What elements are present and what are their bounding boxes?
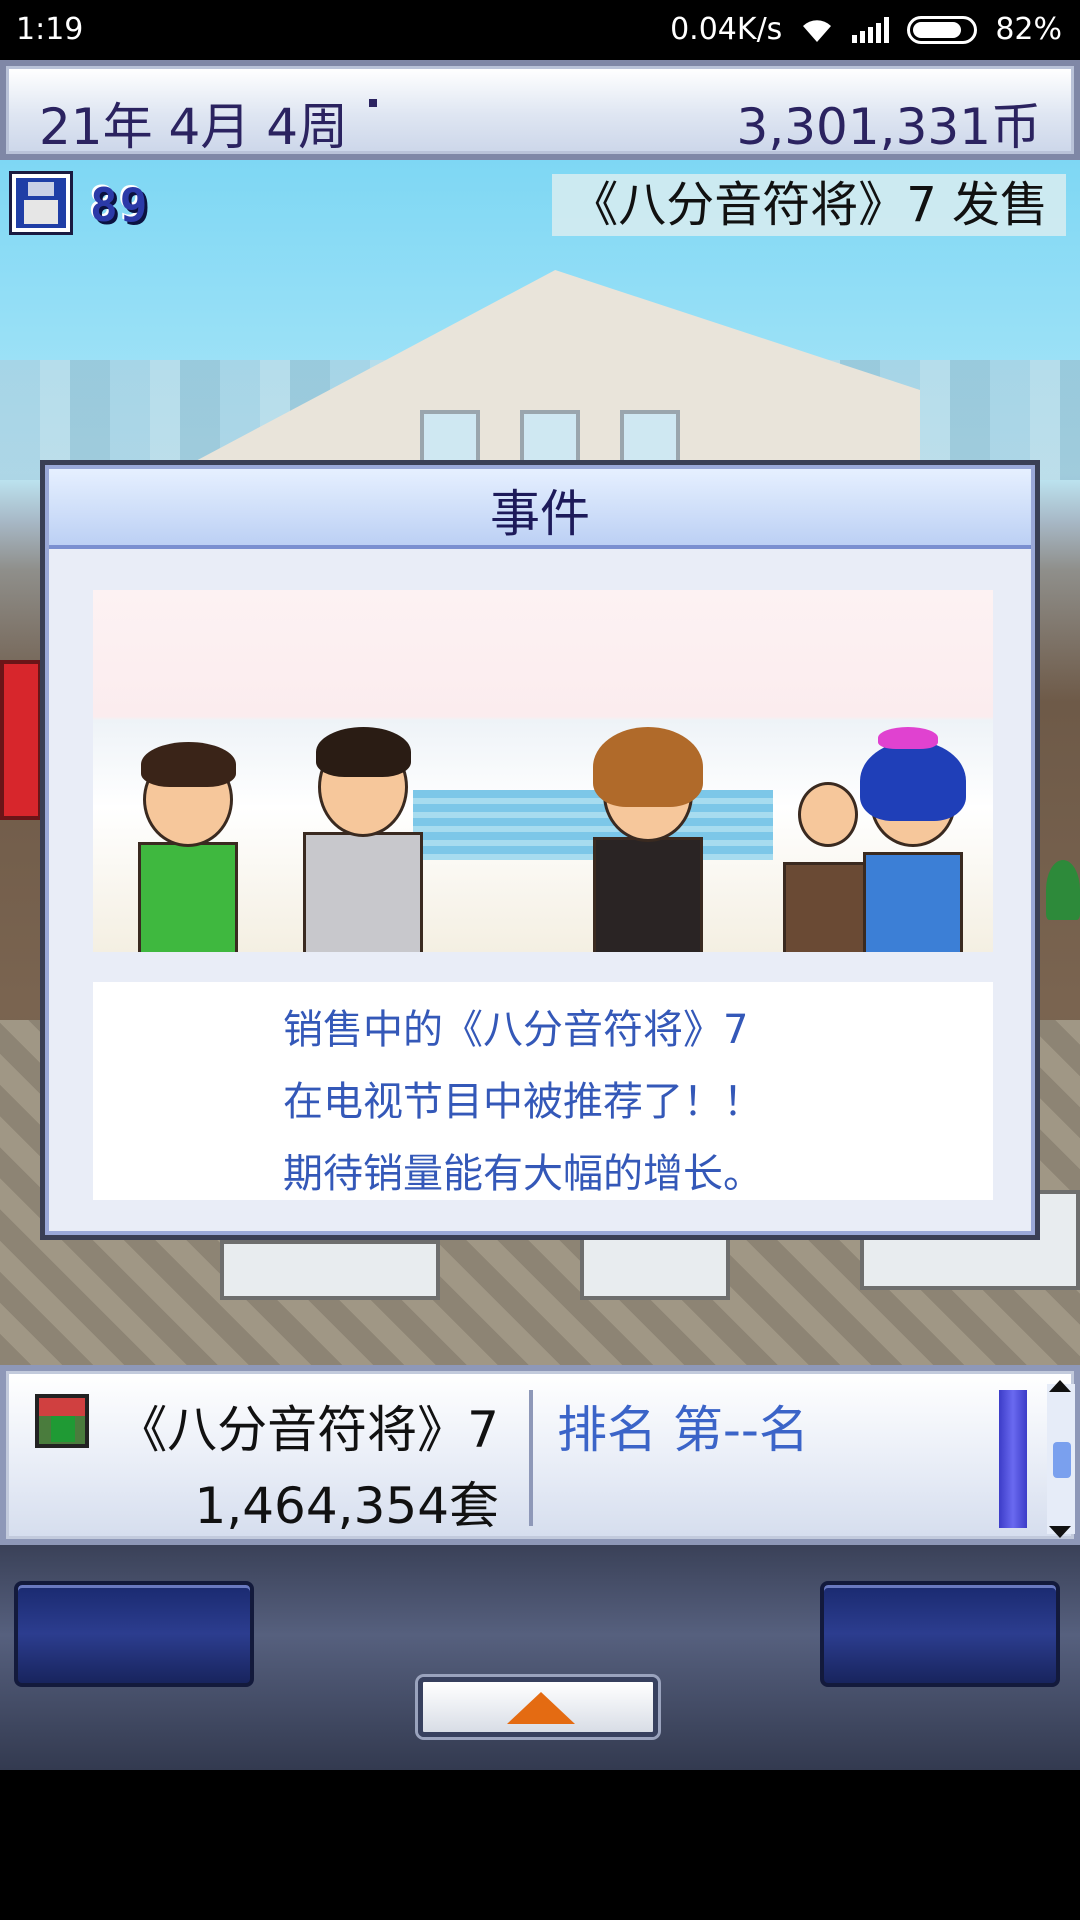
- top-info-panel: 21年 4月 4周 3,301,331币: [6, 66, 1074, 156]
- network-speed: 0.04K/s: [670, 12, 783, 47]
- character-brown-hair: [553, 717, 743, 952]
- game-info-panel[interactable]: 《八分音符将》7 1,464,354套 排名 第--名: [0, 1365, 1080, 1545]
- character-gray-suit: [268, 717, 458, 952]
- date-indicator: [369, 99, 377, 107]
- dialog-title-bar: 事件: [49, 469, 1031, 549]
- sales-gauge: [999, 1390, 1027, 1528]
- game-rank: 排名 第--名: [557, 1401, 809, 1459]
- game-cover-sky: [39, 1398, 85, 1417]
- right-menu-button[interactable]: [820, 1581, 1060, 1687]
- event-illustration: [93, 590, 993, 952]
- top-info-bar: 21年 4月 4周 3,301,331币: [0, 60, 1080, 160]
- game-sales: 1,464,354套: [194, 1477, 499, 1535]
- control-bar: [0, 1545, 1080, 1770]
- game-title: 《八分音符将》7: [117, 1401, 499, 1459]
- save-icon[interactable]: [9, 171, 73, 235]
- battery-icon: [907, 15, 978, 44]
- research-points: 89: [90, 178, 150, 232]
- character-blue-hair: [848, 727, 978, 952]
- event-line-2: 在电视节目中被推荐了！！: [283, 1079, 763, 1125]
- office-desk: [220, 1240, 440, 1300]
- release-banner: 《八分音符将》7 发售: [552, 174, 1066, 236]
- wifi-icon: [800, 16, 834, 44]
- event-line-3: 期待销量能有大幅的增长。: [283, 1151, 763, 1197]
- game-cover-tree: [51, 1416, 75, 1442]
- signal-icon: [852, 16, 890, 43]
- battery-level: 82%: [995, 12, 1062, 47]
- status-bar: 1:19 0.04K/s 82%: [0, 0, 1080, 60]
- status-time: 1:19: [16, 12, 84, 47]
- vending-machine: [0, 660, 42, 820]
- event-dialog[interactable]: 事件 销售中的《八分音符将》7 在电视节目中被推荐了！！ 期待销量能有大幅的增长…: [40, 460, 1040, 1240]
- bottom-blank-area: [0, 1770, 1080, 1920]
- scrollbar-thumb[interactable]: [1053, 1442, 1071, 1478]
- game-cover-icon: [35, 1394, 89, 1448]
- status-right: 0.04K/s 82%: [670, 12, 1062, 47]
- scroll-up-arrow-icon[interactable]: [1049, 1380, 1071, 1392]
- event-line-1: 销售中的《八分音符将》7: [283, 1007, 749, 1053]
- save-icon-label: [24, 200, 58, 224]
- up-arrow-icon: [507, 1692, 575, 1724]
- dialog-title: 事件: [490, 485, 590, 543]
- money-display: 3,301,331币: [736, 98, 1041, 156]
- left-menu-button[interactable]: [14, 1581, 254, 1687]
- game-date: 21年 4月 4周: [39, 98, 349, 156]
- event-message: 销售中的《八分音符将》7 在电视节目中被推荐了！！ 期待销量能有大幅的增长。: [93, 982, 993, 1200]
- save-icon-shutter: [28, 182, 54, 196]
- expand-up-button[interactable]: [418, 1677, 658, 1737]
- character-green-shirt: [113, 732, 263, 952]
- panel-divider: [529, 1390, 533, 1526]
- scroll-down-arrow-icon[interactable]: [1049, 1526, 1071, 1538]
- plant: [1046, 860, 1080, 920]
- game-info-inner: 《八分音符将》7 1,464,354套 排名 第--名: [6, 1371, 1075, 1539]
